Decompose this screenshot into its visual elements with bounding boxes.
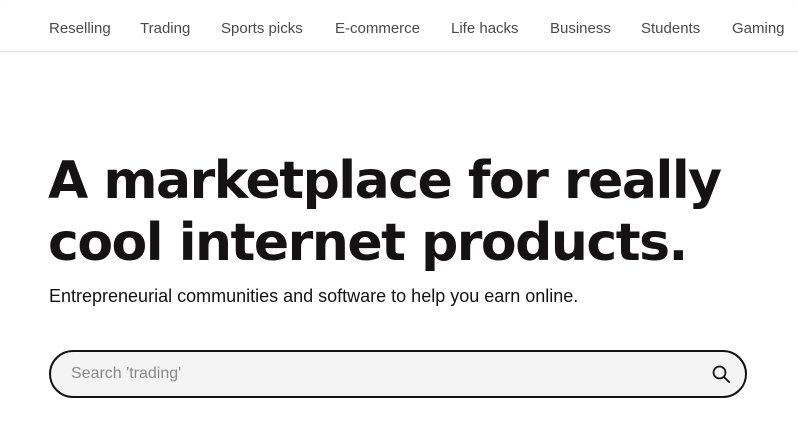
nav-item-e-commerce[interactable]: E-commerce [335,6,420,51]
search-box[interactable] [49,350,747,398]
nav-item-life-hacks[interactable]: Life hacks [451,6,519,51]
category-nav: Reselling Trading Sports picks E-commerc… [0,6,798,52]
search-icon[interactable] [711,364,731,384]
nav-item-students[interactable]: Students [641,6,700,51]
nav-item-reselling[interactable]: Reselling [49,6,111,51]
hero-title: A marketplace for really cool internet p… [48,151,722,273]
hero-subtitle: Entrepreneurial communities and software… [49,286,579,306]
nav-item-trading[interactable]: Trading [140,6,190,51]
nav-item-sports-picks[interactable]: Sports picks [221,6,303,51]
nav-item-business[interactable]: Business [550,6,611,51]
page: Reselling Trading Sports picks E-commerc… [0,0,798,439]
search-input[interactable] [71,352,681,396]
nav-item-gaming[interactable]: Gaming [732,6,785,51]
